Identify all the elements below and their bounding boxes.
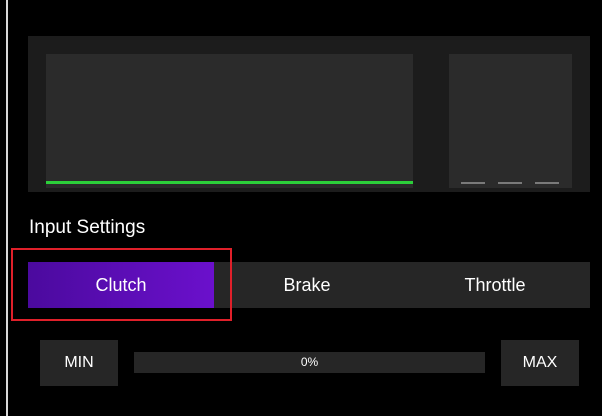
input-progress-label: 0% — [300, 355, 319, 369]
max-button[interactable]: MAX — [501, 340, 579, 386]
pedal-tab-bar: Clutch Brake Throttle — [28, 262, 590, 308]
tab-throttle[interactable]: Throttle — [400, 262, 590, 308]
tab-clutch-label: Clutch — [95, 274, 147, 295]
pedal-input-graph — [46, 54, 413, 188]
left-divider — [6, 0, 8, 416]
tab-brake[interactable]: Brake — [214, 262, 400, 308]
input-progress-bar: 0% — [134, 352, 485, 373]
min-button[interactable]: MIN — [40, 340, 118, 386]
max-button-label: MAX — [522, 354, 558, 371]
clutch-level-mark — [461, 182, 485, 184]
input-settings-screen: Input Settings Clutch Brake Throttle MIN… — [0, 0, 602, 416]
tab-brake-label: Brake — [283, 274, 331, 295]
pedal-level-indicators — [449, 54, 572, 188]
input-graph-panel — [28, 36, 590, 192]
graph-baseline — [46, 181, 413, 184]
throttle-level-mark — [535, 182, 559, 184]
tab-throttle-label: Throttle — [464, 274, 526, 295]
tab-clutch[interactable]: Clutch — [28, 262, 214, 308]
brake-level-mark — [498, 182, 522, 184]
min-button-label: MIN — [64, 354, 94, 371]
section-title: Input Settings — [29, 217, 146, 238]
